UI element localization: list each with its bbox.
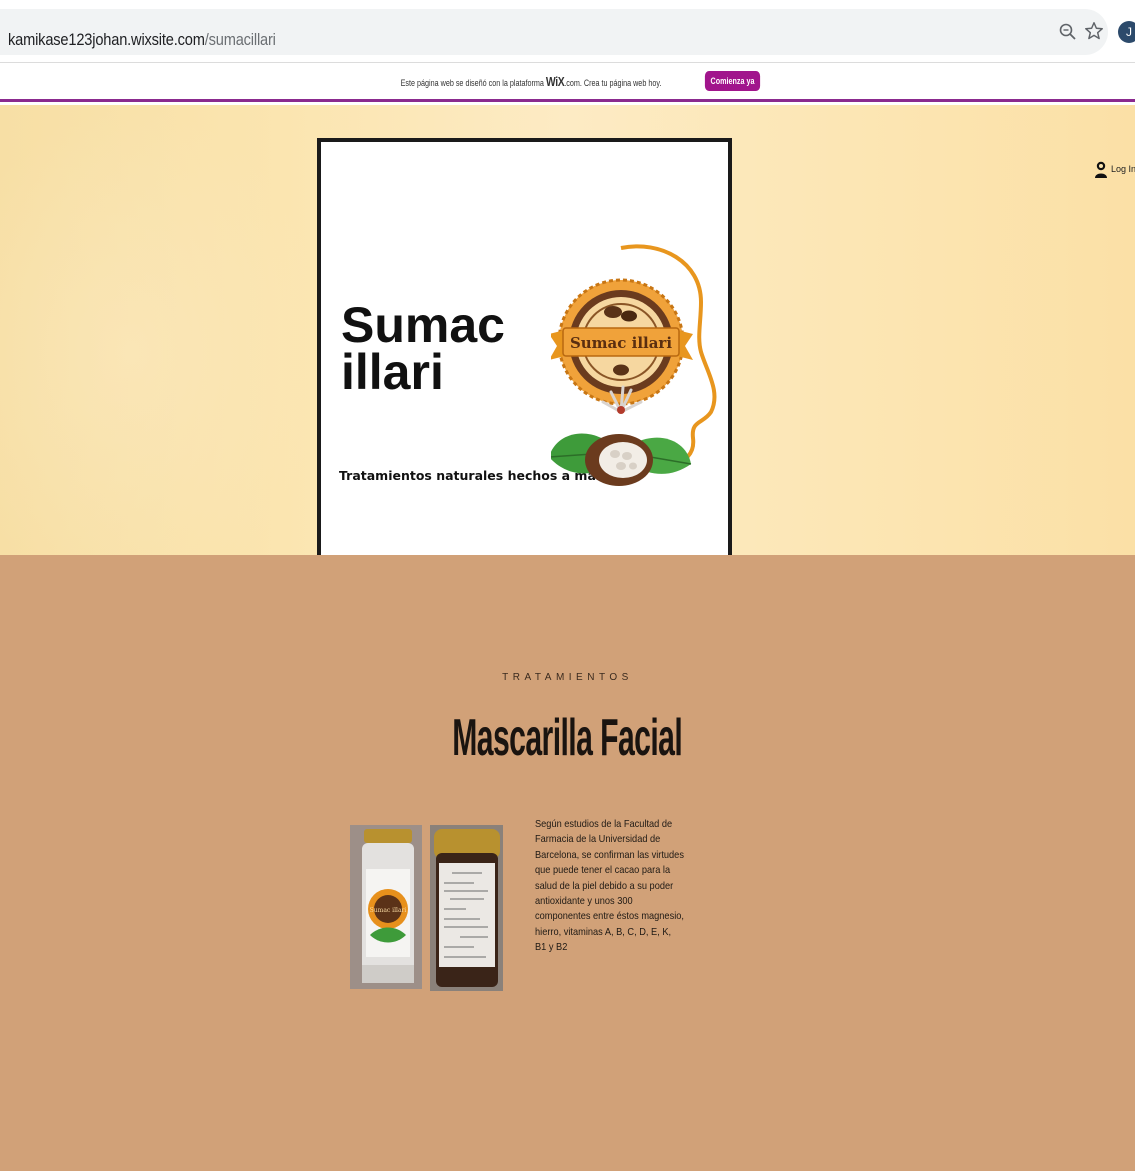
brand-name-line1: Sumac bbox=[341, 297, 505, 353]
url-host: kamikase123johan.wixsite.com bbox=[8, 30, 205, 49]
url-path: /sumacillari bbox=[204, 30, 276, 49]
start-now-button[interactable]: Comienza ya bbox=[705, 71, 761, 91]
brand-name: Sumac illari bbox=[341, 297, 541, 400]
wix-promo-banner: Este página web se diseñó con la platafo… bbox=[0, 62, 1135, 102]
product-photo-front[interactable]: Sumac illari bbox=[350, 825, 422, 989]
wix-banner-text-after: .com. Crea tu página web hoy. bbox=[563, 77, 662, 88]
user-icon bbox=[1095, 161, 1107, 178]
wix-logo: WiX bbox=[545, 73, 565, 89]
hero-background-shade bbox=[0, 105, 330, 555]
product-description: Según estudios de la Facultad de Farmaci… bbox=[535, 817, 685, 956]
section-title-text: Mascarilla Facial bbox=[452, 709, 683, 767]
brand-emblem-logo: Sumac illari bbox=[551, 244, 717, 486]
treatments-section: TRATAMIENTOS Mascarilla Facial Sumac ill… bbox=[0, 555, 1135, 1171]
browser-toolbar: kamikase123johan.wixsite.com/sumacillari… bbox=[0, 0, 1135, 62]
emblem-ribbon-text: Sumac illari bbox=[570, 334, 672, 352]
section-kicker: TRATAMIENTOS bbox=[502, 672, 633, 683]
url-text[interactable]: kamikase123johan.wixsite.com/sumacillari bbox=[8, 30, 276, 50]
jar-front-image: Sumac illari bbox=[350, 825, 422, 989]
jar-label-text: Sumac illari bbox=[370, 907, 407, 914]
jar-back-image bbox=[430, 825, 503, 991]
brand-logo-card: Sumac illari Tratamientos naturales hech… bbox=[317, 138, 732, 555]
section-title: Mascarilla Facial bbox=[0, 708, 1135, 768]
wix-banner-text: Este página web se diseñó con la platafo… bbox=[400, 74, 661, 89]
zoom-icon[interactable] bbox=[1058, 22, 1078, 42]
product-description-text: Según estudios de la Facultad de Farmaci… bbox=[535, 818, 684, 954]
wix-banner-text-before: Este página web se diseñó con la platafo… bbox=[400, 77, 544, 88]
product-photo-back[interactable] bbox=[430, 825, 503, 991]
address-bar[interactable]: kamikase123johan.wixsite.com/sumacillari bbox=[0, 9, 1108, 55]
hero-section: Log In Sumac illari Tratamientos natural… bbox=[0, 105, 1135, 555]
brand-name-line2: illari bbox=[341, 344, 444, 400]
profile-avatar[interactable]: J bbox=[1118, 21, 1135, 43]
login-label: Log In bbox=[1111, 164, 1135, 174]
bookmark-star-icon[interactable] bbox=[1083, 20, 1105, 42]
